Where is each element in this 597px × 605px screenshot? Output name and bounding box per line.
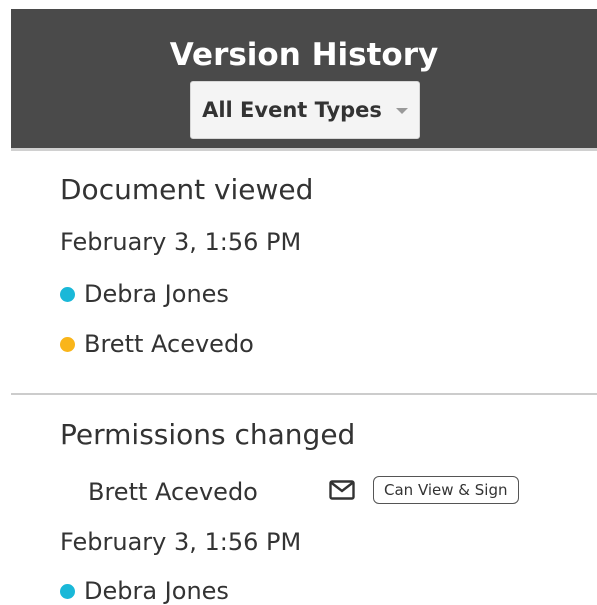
- participant-name: Debra Jones: [84, 577, 229, 605]
- event-date: February 3, 1:56 PM: [60, 228, 302, 256]
- participant-name: Brett Acevedo: [84, 330, 254, 358]
- event-type-filter-dropdown[interactable]: All Event Types: [190, 81, 420, 139]
- participant-item: Debra Jones: [60, 280, 229, 308]
- page-title: Version History: [169, 37, 439, 73]
- event-title: Permissions changed: [60, 418, 356, 451]
- permission-change-row: Brett Acevedo Can View & Sign: [88, 474, 548, 510]
- event-divider: [11, 393, 597, 395]
- chevron-down-icon: [395, 108, 408, 114]
- event-type-filter-label: All Event Types: [202, 98, 382, 122]
- mail-icon: [329, 480, 355, 500]
- participant-item: Debra Jones: [60, 577, 229, 605]
- permission-recipient-name: Brett Acevedo: [88, 478, 258, 506]
- panel-header: Version History All Event Types: [11, 9, 597, 148]
- participant-item: Brett Acevedo: [60, 330, 254, 358]
- permission-badge: Can View & Sign: [373, 476, 519, 504]
- participant-color-dot: [60, 583, 75, 599]
- version-history-panel: Version History All Event Types Document…: [0, 0, 597, 605]
- event-title: Document viewed: [60, 173, 314, 206]
- event-date: February 3, 1:56 PM: [60, 528, 302, 556]
- participant-name: Debra Jones: [84, 280, 229, 308]
- participant-color-dot: [60, 336, 75, 352]
- header-divider: [11, 148, 597, 151]
- participant-color-dot: [60, 286, 75, 302]
